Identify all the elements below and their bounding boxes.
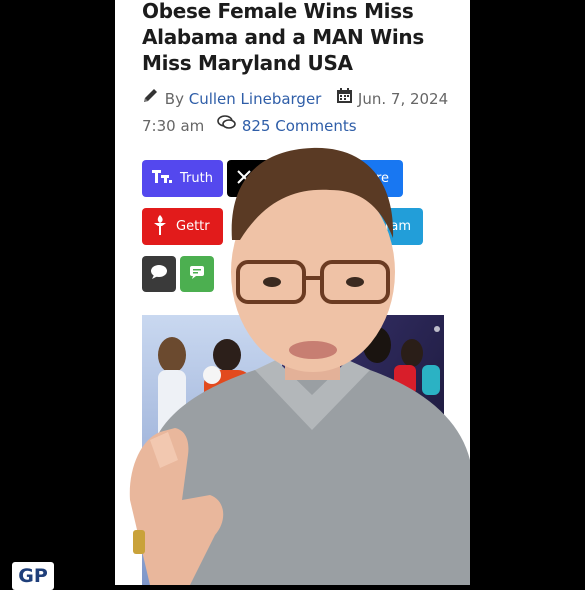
article-headline: Obese Female Wins Miss Alabama and a MAN…: [142, 0, 424, 75]
share-sms-button[interactable]: [180, 256, 214, 292]
pageant-photo-image: [142, 315, 444, 585]
x-icon: [237, 169, 251, 188]
share-gettr-button[interactable]: Gettr: [142, 208, 223, 245]
sms-icon: [189, 265, 205, 284]
share-truth-label: Truth: [180, 171, 213, 186]
share-gettr-label: Gettr: [176, 219, 210, 234]
share-truth-button[interactable]: Truth: [142, 160, 223, 197]
author-link[interactable]: Cullen Linebarger: [189, 90, 322, 108]
telegram-fragment-label: ram: [385, 219, 411, 234]
speech-bubble-icon: [150, 264, 168, 284]
share-telegram-button[interactable]: ram: [363, 208, 423, 245]
share-x-button[interactable]: [227, 160, 287, 197]
share-fragment-label: re: [375, 171, 389, 186]
share-comment-button[interactable]: [142, 256, 176, 292]
truth-social-icon: [152, 169, 172, 189]
calendar-icon: [336, 86, 353, 113]
comments-link[interactable]: 825 Comments: [242, 117, 357, 135]
pencil-icon: [142, 86, 160, 113]
comments-icon: [217, 113, 237, 140]
by-label: By: [164, 90, 184, 108]
article-meta: By Cullen Linebarger Jun. 7, 2024 7:30 a…: [142, 86, 462, 140]
gp-logo: GP: [12, 562, 54, 590]
share-facebook-button[interactable]: re: [343, 160, 403, 197]
article-frame: Obese Female Wins Miss Alabama and a MAN…: [115, 0, 470, 585]
article-photo: [142, 315, 444, 585]
torch-icon: [152, 214, 168, 240]
